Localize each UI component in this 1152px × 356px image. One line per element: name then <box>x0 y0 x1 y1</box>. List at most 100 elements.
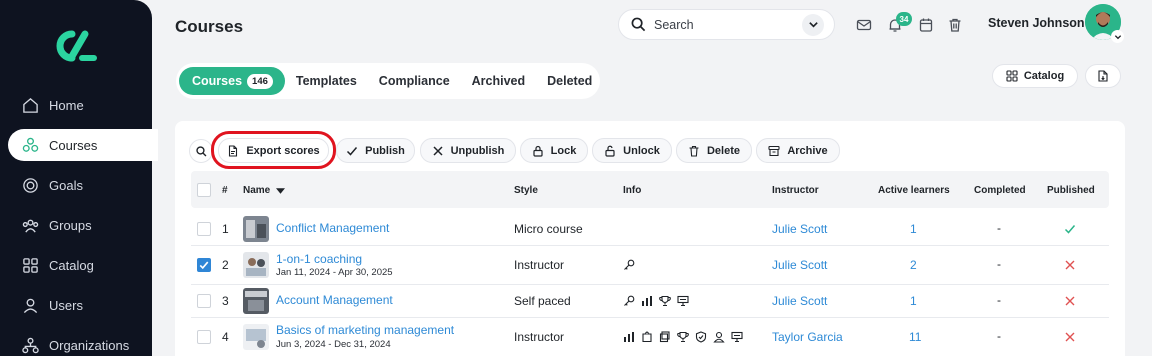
course-style: Self paced <box>514 294 571 308</box>
active-learners-link[interactable]: 1 <box>910 294 917 308</box>
course-style: Instructor <box>514 330 565 344</box>
instructor-link[interactable]: Julie Scott <box>772 294 827 308</box>
column-header-completed[interactable]: Completed <box>974 185 1026 196</box>
course-dates: Jan 11, 2024 - Apr 30, 2025 <box>276 267 393 278</box>
catalog-button[interactable]: Catalog <box>992 64 1078 88</box>
courses-icon <box>22 137 39 152</box>
tab-archived[interactable]: Archived <box>461 67 537 95</box>
delete-button[interactable]: Delete <box>676 138 752 163</box>
sidebar-item-courses[interactable]: Courses <box>8 129 158 161</box>
select-all-checkbox[interactable] <box>197 183 211 197</box>
organizations-icon <box>22 337 39 353</box>
course-style: Instructor <box>514 258 565 272</box>
key-icon <box>624 295 635 306</box>
bar-chart-icon <box>624 332 634 342</box>
tab-compliance[interactable]: Compliance <box>368 67 461 95</box>
presentation-icon <box>731 331 743 343</box>
course-name-link[interactable]: 1-on-1 coaching <box>276 252 362 266</box>
unlock-label: Unlock <box>623 144 660 157</box>
sidebar-item-users[interactable]: Users <box>8 289 158 321</box>
archive-button[interactable]: Archive <box>756 138 840 163</box>
active-learners-link[interactable]: 11 <box>909 330 921 344</box>
course-name-link[interactable]: Account Management <box>276 293 393 307</box>
completed-value: - <box>997 221 1001 235</box>
row-divider <box>191 284 1109 285</box>
check-icon <box>1064 225 1076 234</box>
calendar-icon[interactable] <box>918 17 934 33</box>
unpublish-button[interactable]: Unpublish <box>420 138 516 163</box>
table-header <box>191 171 1109 208</box>
mail-icon[interactable] <box>856 17 872 33</box>
sidebar-item-label: Groups <box>49 217 92 233</box>
info-icons <box>623 295 689 307</box>
course-name-link[interactable]: Conflict Management <box>276 221 389 235</box>
active-learners-link[interactable]: 1 <box>910 222 917 236</box>
export-file-button[interactable] <box>1085 64 1121 88</box>
lock-label: Lock <box>550 144 577 157</box>
sidebar-item-label: Goals <box>49 177 83 193</box>
row-checkbox[interactable] <box>197 258 211 272</box>
tab-courses[interactable]: Courses 146 <box>179 67 285 95</box>
sidebar-item-home[interactable]: Home <box>8 89 158 121</box>
row-number: 2 <box>222 258 229 272</box>
row-checkbox[interactable] <box>197 294 211 308</box>
course-thumbnail <box>243 216 269 242</box>
row-checkbox[interactable] <box>197 222 211 236</box>
column-header-instructor[interactable]: Instructor <box>772 185 819 196</box>
sidebar-item-organizations[interactable]: Organizations <box>8 329 158 356</box>
tab-templates[interactable]: Templates <box>285 67 368 95</box>
course-tabs: Courses 146 Templates Compliance Archive… <box>176 63 600 99</box>
notification-badge: 34 <box>896 12 912 26</box>
lock-button[interactable]: Lock <box>520 138 588 163</box>
user-name[interactable]: Steven Johnson <box>988 16 1085 30</box>
instructor-link[interactable]: Julie Scott <box>772 222 827 236</box>
row-number: 1 <box>222 222 229 236</box>
unlock-icon <box>605 145 615 157</box>
course-name-link[interactable]: Basics of marketing management <box>276 323 454 337</box>
chevron-down-icon[interactable] <box>1111 30 1124 43</box>
trophy-icon <box>659 295 671 307</box>
key-icon <box>624 259 635 270</box>
course-thumbnail <box>243 252 269 278</box>
trash-icon[interactable] <box>947 17 963 33</box>
sidebar-item-groups[interactable]: Groups <box>8 209 158 241</box>
table-search-button[interactable] <box>189 139 213 163</box>
search-input[interactable]: Search <box>618 9 835 40</box>
column-header-style[interactable]: Style <box>514 185 538 196</box>
active-learners-link[interactable]: 2 <box>910 258 917 272</box>
sidebar-item-label: Home <box>49 97 84 113</box>
app-logo-icon[interactable] <box>52 28 98 64</box>
column-header-published[interactable]: Published <box>1047 185 1095 196</box>
layers-icon <box>659 331 670 343</box>
publish-button[interactable]: Publish <box>336 138 415 163</box>
close-icon <box>1065 260 1075 270</box>
instructor-link[interactable]: Julie Scott <box>772 258 827 272</box>
catalog-button-label: Catalog <box>1023 70 1065 82</box>
info-icons <box>623 331 743 343</box>
sidebar-item-catalog[interactable]: Catalog <box>8 249 158 281</box>
unlock-button[interactable]: Unlock <box>592 138 672 163</box>
sidebar-item-goals[interactable]: Goals <box>8 169 158 201</box>
shield-check-icon <box>695 331 707 343</box>
chevron-down-icon[interactable] <box>802 13 824 36</box>
sidebar-item-label: Catalog <box>49 257 94 273</box>
user-icon <box>713 331 725 343</box>
sidebar: Home Courses Goals Groups Catalog Users … <box>0 0 158 356</box>
course-thumbnail <box>243 288 269 314</box>
column-header-name[interactable]: Name <box>243 185 286 196</box>
users-icon <box>23 298 38 313</box>
instructor-link[interactable]: Taylor Garcia <box>772 330 843 344</box>
close-icon <box>433 145 443 156</box>
check-icon <box>347 146 358 156</box>
tab-count-badge: 146 <box>247 73 273 89</box>
check-icon <box>199 261 209 270</box>
row-number: 4 <box>222 330 229 344</box>
presentation-icon <box>677 295 689 307</box>
row-divider <box>191 317 1109 318</box>
sidebar-item-label: Organizations <box>49 337 130 353</box>
row-checkbox[interactable] <box>197 330 211 344</box>
column-header-number: # <box>222 185 228 196</box>
sidebar-item-label: Courses <box>49 137 98 153</box>
column-header-active-learners[interactable]: Active learners <box>878 185 950 196</box>
tab-deleted[interactable]: Deleted <box>536 67 603 95</box>
